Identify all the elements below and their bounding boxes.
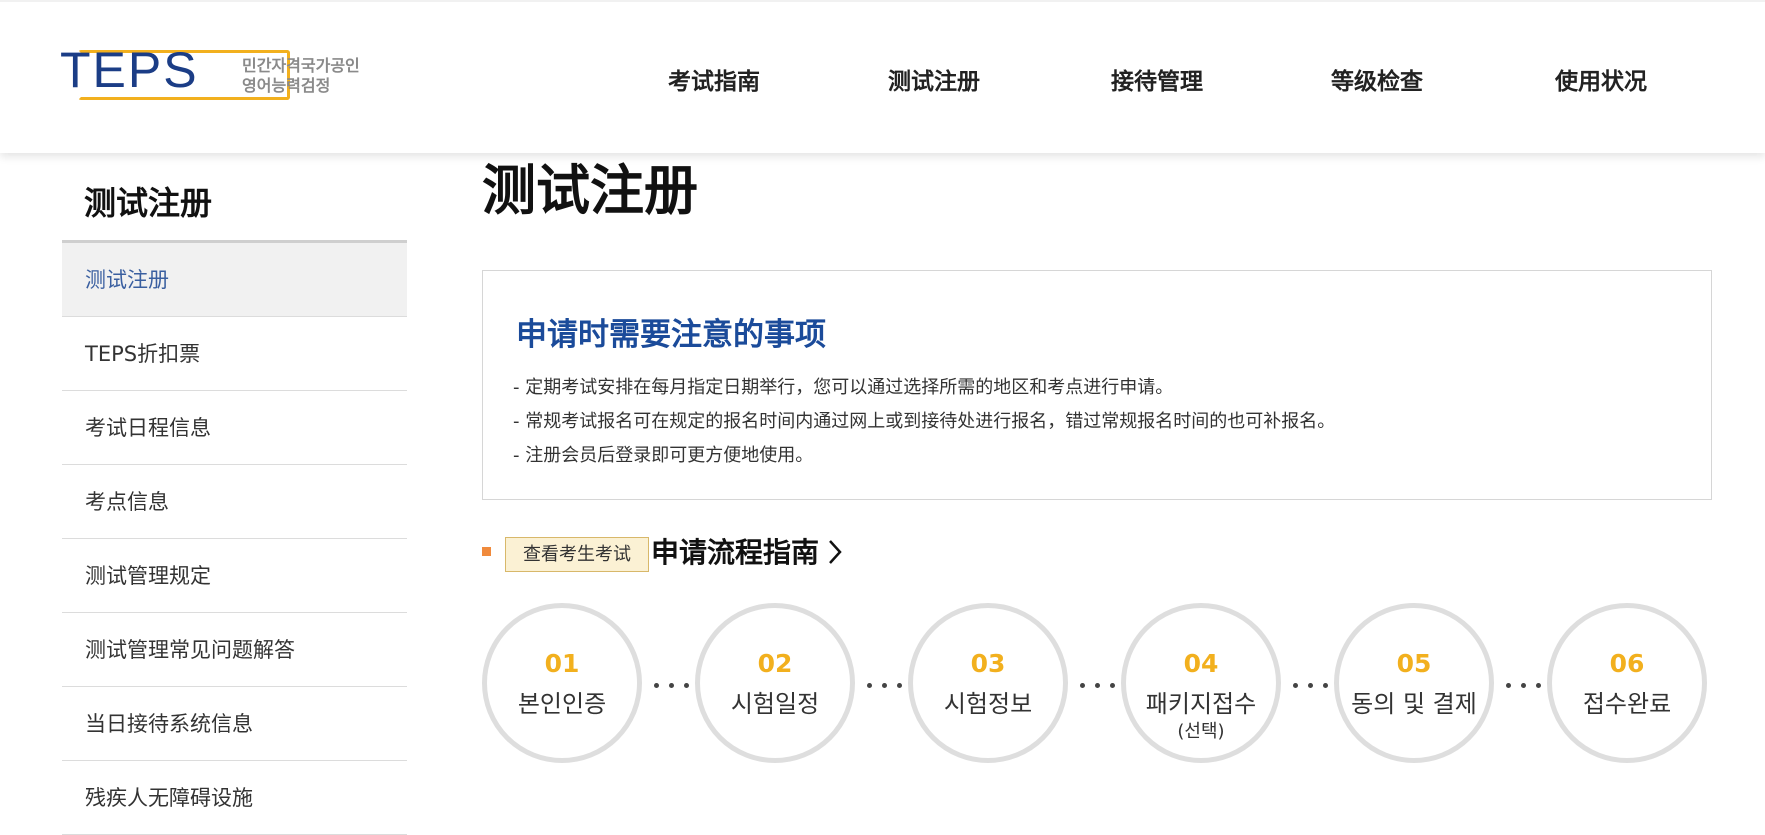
sidebar-item-reception-system[interactable]: 当日接待系统信息	[62, 687, 407, 761]
step-package-registration: 04 패키지접수 (선택)	[1121, 603, 1281, 763]
step-connector-dots	[1077, 683, 1121, 689]
notice-line: - 注册会员后登录即可更方便地使用。	[513, 445, 814, 466]
step-number: 04	[1183, 649, 1219, 678]
step-exam-schedule: 02 시험일정	[695, 603, 855, 763]
step-label: 시험정보	[943, 690, 1033, 718]
step-connector-dots	[1503, 683, 1547, 689]
sidebar-item-management-rules[interactable]: 测试管理规定	[62, 539, 407, 613]
nav-item-test-registration[interactable]: 测试注册	[888, 62, 980, 96]
process-guide-title: 申请流程指南	[651, 536, 820, 569]
nav-item-usage-status[interactable]: 使用状况	[1555, 62, 1647, 96]
step-number: 02	[757, 649, 793, 678]
sidebar-item-exam-schedule[interactable]: 考试日程信息	[62, 391, 407, 465]
step-exam-info: 03 시험정보	[908, 603, 1068, 763]
sidebar-item-discount-ticket[interactable]: TEPS折扣票	[62, 317, 407, 391]
step-label: 본인인증	[517, 690, 607, 718]
page-title: 测试注册	[482, 159, 698, 222]
notice-list: - 定期考试安排在每月指定日期举行，您可以通过选择所需的地区和考点进行申请。 -…	[513, 371, 1335, 473]
step-number: 01	[544, 649, 580, 678]
logo-subtitle-line2: 영어능력검정	[242, 76, 331, 95]
notice-line: - 常规考试报名可在规定的报名时间内通过网上或到接待处进行报名，错过常规报名时间…	[513, 411, 1336, 432]
step-number: 05	[1396, 649, 1432, 678]
site-header: TEPS 민간자격국가공인 영어능력검정 考试指南 测试注册 接待管理 等级检查…	[0, 0, 1765, 153]
nav-item-exam-guide[interactable]: 考试指南	[668, 62, 760, 96]
step-number: 06	[1609, 649, 1645, 678]
step-consent-payment: 05 동의 및 결제	[1334, 603, 1494, 763]
nav-item-grade-check[interactable]: 等级检查	[1331, 62, 1423, 96]
teps-logo[interactable]: TEPS 민간자격국가공인 영어능력검정	[60, 42, 382, 106]
sidebar-title: 测试注册	[84, 184, 213, 222]
notice-line: - 定期考试安排在每月指定日期举行，您可以通过选择所需的地区和考点进行申请。	[513, 377, 1174, 398]
logo-text: TEPS	[60, 42, 199, 98]
step-label: 동의 및 결제	[1351, 690, 1477, 718]
process-guide-link[interactable]: 申请流程指南	[651, 532, 843, 578]
sidebar-menu: 测试注册 TEPS折扣票 考试日程信息 考点信息 测试管理规定 测试管理常见问题…	[62, 240, 407, 835]
nav-item-reception-management[interactable]: 接待管理	[1111, 62, 1203, 96]
step-connector-dots	[651, 683, 695, 689]
sidebar-item-faq[interactable]: 测试管理常见问题解答	[62, 613, 407, 687]
logo-subtitle: 민간자격국가공인 영어능력검정	[242, 56, 382, 96]
notice-title: 申请时需要注意的事项	[516, 317, 826, 353]
chevron-right-icon	[827, 536, 843, 578]
sidebar-item-test-registration[interactable]: 测试注册	[62, 243, 407, 317]
sidebar-item-accessibility[interactable]: 残疾人无障碍设施	[62, 761, 407, 835]
step-connector-dots	[864, 683, 908, 689]
view-candidate-exam-button[interactable]: 查看考生考试	[505, 537, 649, 572]
notice-box: 申请时需要注意的事项 - 定期考试安排在每月指定日期举行，您可以通过选择所需的地…	[482, 270, 1712, 500]
section-bullet	[482, 547, 491, 556]
step-label: 패키지접수	[1145, 690, 1257, 718]
sidebar-item-test-centers[interactable]: 考点信息	[62, 465, 407, 539]
step-label: 시험일정	[730, 690, 820, 718]
step-label: 접수완료	[1582, 690, 1672, 718]
step-identity-verification: 01 본인인증	[482, 603, 642, 763]
logo-subtitle-line1: 민간자격국가공인	[242, 56, 360, 75]
step-optional-note: (선택)	[1177, 721, 1225, 742]
process-steps: 01 본인인증 02 시험일정 03 시험정보 04 패키지접수 (선택) 05…	[482, 603, 1712, 763]
step-connector-dots	[1290, 683, 1334, 689]
step-number: 03	[970, 649, 1006, 678]
step-registration-complete: 06 접수완료	[1547, 603, 1707, 763]
